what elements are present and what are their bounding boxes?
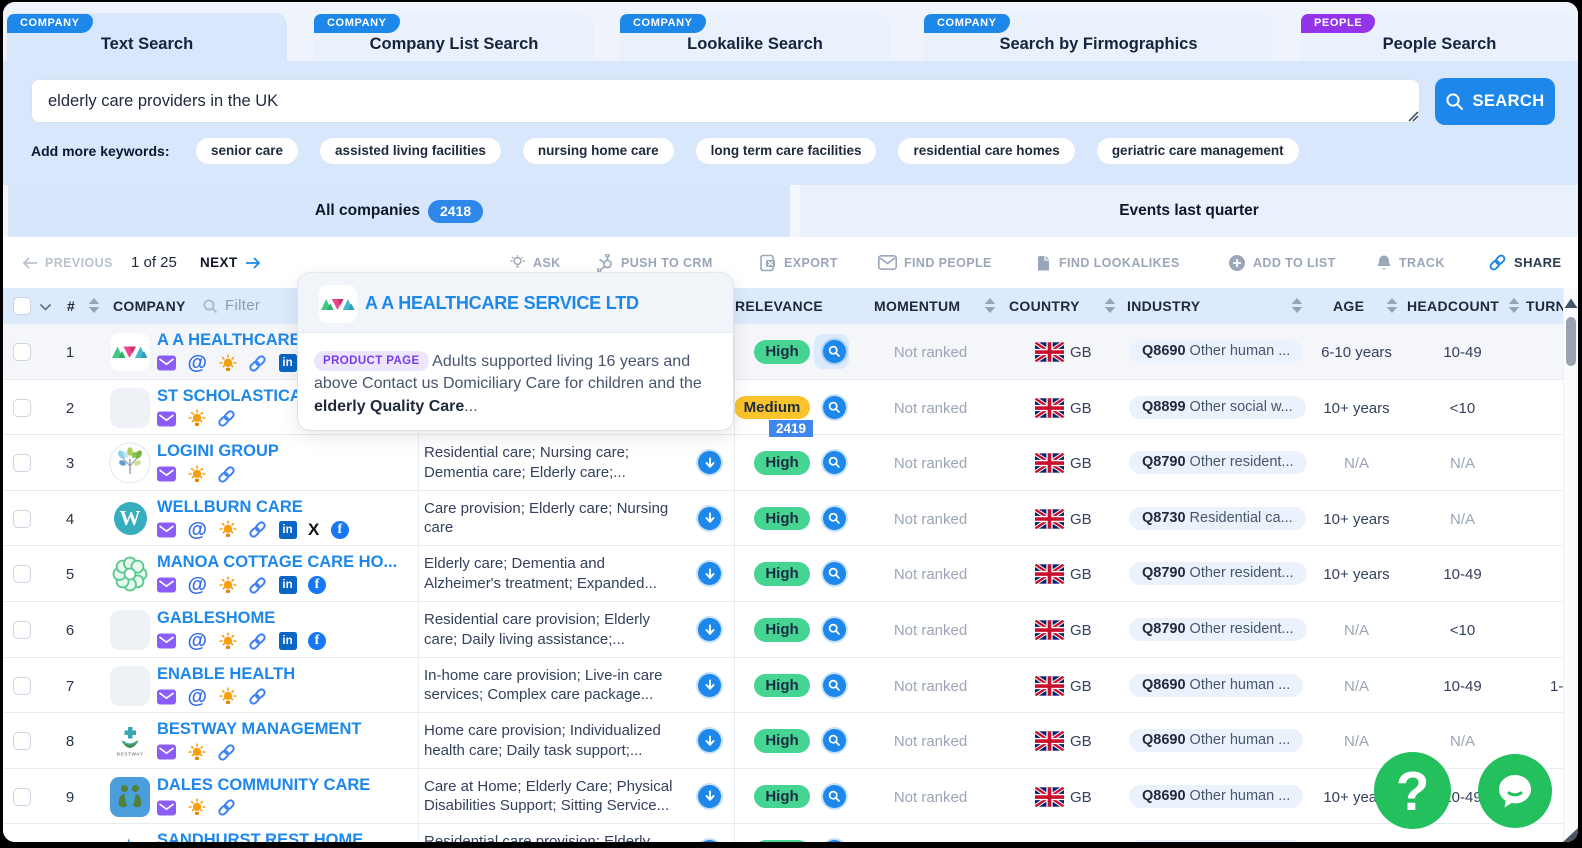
svg-text:BESTWAY: BESTWAY (117, 752, 144, 758)
